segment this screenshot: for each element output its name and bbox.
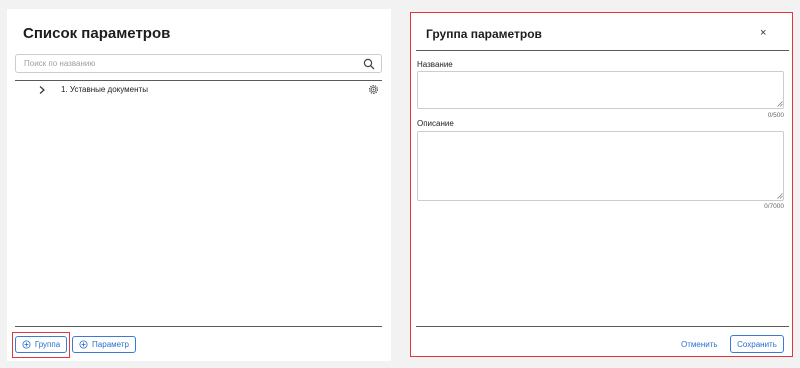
add-parameter-button[interactable]: Параметр <box>72 336 136 353</box>
chevron-right-icon[interactable] <box>37 85 47 95</box>
dialog-divider <box>416 50 789 51</box>
add-parameter-label: Параметр <box>92 340 129 349</box>
close-icon[interactable]: × <box>760 27 766 39</box>
resize-grip-icon[interactable] <box>777 101 783 107</box>
save-button[interactable]: Сохранить <box>730 335 784 353</box>
gear-icon[interactable] <box>368 84 379 95</box>
description-field[interactable] <box>417 131 784 201</box>
search-input[interactable] <box>24 57 359 70</box>
panel-title: Список параметров <box>23 25 171 42</box>
name-char-counter: 0/500 <box>767 112 784 119</box>
search-icon[interactable] <box>363 58 375 70</box>
dialog-footer-divider <box>416 326 789 327</box>
highlight-box <box>12 332 70 358</box>
name-field-label: Название <box>417 60 453 69</box>
cancel-button[interactable]: Отменить <box>681 340 718 349</box>
parameter-group-dialog: Группа параметров × Название 0/500 Описа… <box>410 12 793 357</box>
resize-grip-icon[interactable] <box>777 193 783 199</box>
list-item[interactable]: 1. Уставные документы <box>15 81 382 99</box>
parameters-list-panel: Список параметров 1. Уставные документы … <box>7 9 391 361</box>
footer-divider <box>15 326 382 327</box>
search-box[interactable] <box>15 54 382 73</box>
name-field[interactable] <box>417 71 784 109</box>
description-field-label: Описание <box>417 119 454 128</box>
dialog-title: Группа параметров <box>426 27 542 41</box>
plus-circle-icon <box>79 340 88 349</box>
list-item-label: 1. Уставные документы <box>61 85 148 94</box>
description-char-counter: 0/7000 <box>764 203 784 210</box>
